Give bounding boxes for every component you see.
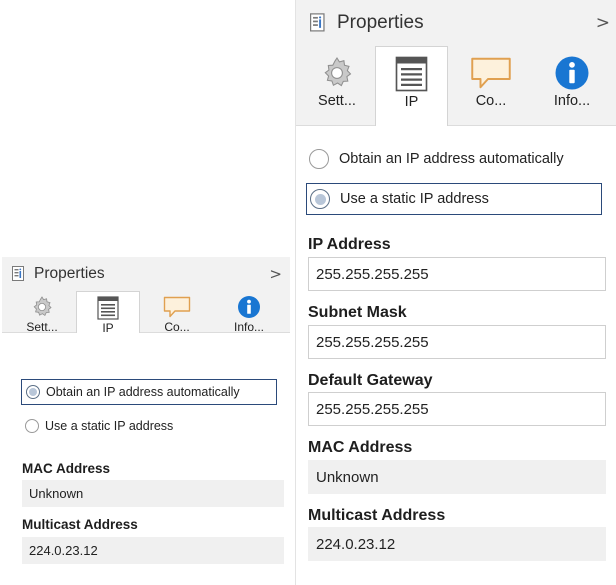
mac-address-value: Unknown — [22, 480, 284, 507]
tab-info[interactable]: Info... — [214, 291, 284, 334]
multicast-address-value: 224.0.23.12 — [308, 527, 606, 561]
radio-indicator-checked — [310, 189, 330, 209]
tab-info-label: Info... — [233, 320, 265, 334]
properties-panel-expanded: Properties > Sett... IP Co... Info... Ob… — [295, 0, 616, 585]
tab-info-label: Info... — [553, 93, 591, 109]
tab-comment[interactable]: Co... — [448, 46, 534, 126]
ip-address-input[interactable]: 255.255.255.255 — [308, 257, 606, 291]
radio-label: Use a static IP address — [340, 191, 489, 207]
multicast-address-label: Multicast Address — [22, 517, 138, 532]
mac-address-label: MAC Address — [22, 461, 111, 476]
tab-comment-label: Co... — [475, 93, 507, 109]
subnet-mask-input[interactable]: 255.255.255.255 — [308, 325, 606, 359]
radio-label: Obtain an IP address automatically — [339, 151, 564, 167]
collapse-chevron-icon[interactable]: > — [269, 265, 282, 283]
info-icon — [554, 55, 590, 91]
ip-settings-content: Obtain an IP address automatically Use a… — [296, 126, 616, 585]
radio-indicator-checked — [26, 385, 40, 399]
tab-comment[interactable]: Co... — [140, 291, 214, 334]
ip-address-label: IP Address — [308, 236, 391, 253]
ip-config-icon — [97, 296, 119, 320]
properties-doc-icon — [310, 13, 327, 33]
radio-static-ip[interactable]: Use a static IP address — [306, 183, 602, 215]
tab-ip[interactable]: IP — [375, 46, 448, 126]
mac-address-value: Unknown — [308, 460, 606, 494]
properties-doc-icon — [12, 266, 26, 282]
tab-ip[interactable]: IP — [76, 291, 140, 335]
tab-settings[interactable]: Sett... — [8, 291, 76, 334]
multicast-address-label: Multicast Address — [308, 507, 446, 524]
tab-settings[interactable]: Sett... — [299, 46, 375, 126]
collapse-chevron-icon[interactable]: > — [596, 13, 610, 33]
tab-settings-label: Sett... — [318, 93, 356, 109]
gear-icon — [319, 55, 355, 91]
tab-strip: Sett... IP Co... Info... — [296, 46, 616, 126]
default-gateway-input[interactable]: 255.255.255.255 — [308, 392, 606, 426]
radio-obtain-automatically[interactable]: Obtain an IP address automatically — [21, 379, 277, 405]
subnet-mask-label: Subnet Mask — [308, 304, 407, 321]
default-gateway-label: Default Gateway — [308, 372, 433, 389]
radio-static-ip[interactable]: Use a static IP address — [21, 413, 277, 439]
radio-indicator — [309, 149, 329, 169]
tab-settings-label: Sett... — [26, 320, 58, 334]
comment-icon — [163, 295, 191, 319]
screenshot-stage: Properties > Sett... IP Co... Info... Ob… — [0, 0, 616, 585]
panel-header: Properties > — [296, 0, 616, 46]
panel-title: Properties — [34, 265, 105, 282]
panel-title: Properties — [337, 12, 424, 33]
info-icon — [237, 295, 261, 319]
radio-label: Use a static IP address — [45, 419, 174, 433]
properties-panel-compact: Properties > Sett... IP Co... Info... Ob… — [0, 257, 290, 585]
tab-comment-label: Co... — [164, 320, 190, 334]
tab-ip-label: IP — [102, 321, 114, 335]
tab-strip: Sett... IP Co... Info... — [2, 291, 290, 335]
tab-ip-label: IP — [404, 94, 419, 110]
comment-icon — [470, 55, 512, 91]
radio-obtain-automatically[interactable]: Obtain an IP address automatically — [306, 143, 602, 175]
multicast-address-value: 224.0.23.12 — [22, 537, 284, 564]
tab-info[interactable]: Info... — [534, 46, 610, 126]
radio-indicator — [25, 419, 39, 433]
panel-header: Properties > — [2, 257, 290, 291]
ip-config-icon — [395, 56, 428, 92]
mac-address-label: MAC Address — [308, 439, 413, 456]
radio-label: Obtain an IP address automatically — [46, 385, 240, 399]
ip-settings-content: Obtain an IP address automatically Use a… — [2, 333, 290, 585]
gear-icon — [30, 295, 54, 319]
